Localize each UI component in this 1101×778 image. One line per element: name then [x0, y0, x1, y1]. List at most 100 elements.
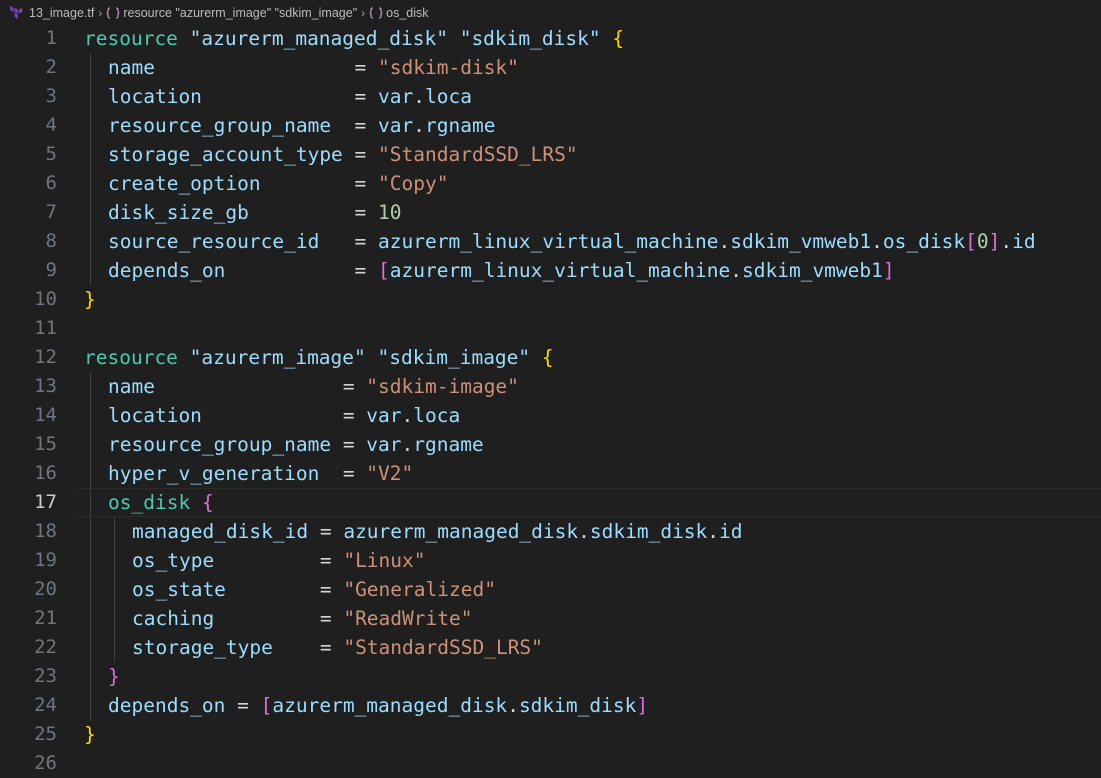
- code-token: =: [354, 259, 379, 282]
- code-token: }: [84, 723, 96, 746]
- code-token: =: [319, 549, 344, 572]
- symbol-braces-icon: [107, 6, 120, 19]
- code-token: disk_size_gb: [108, 201, 355, 224]
- code-editor[interactable]: 1 resource "azurerm_managed_disk" "sdkim_…: [0, 24, 1101, 776]
- code-token: "azurerm_managed_disk": [189, 27, 448, 50]
- code-line[interactable]: 9 depends_on = [azurerm_linux_virtual_mac…: [0, 256, 1101, 285]
- code-line[interactable]: 26: [0, 749, 1101, 778]
- code-line[interactable]: 5 storage_account_type = "StandardSSD_LRS…: [0, 140, 1101, 169]
- indent-guide: [90, 256, 91, 285]
- code-token: rgname: [413, 433, 484, 456]
- indent-guide: [114, 633, 115, 662]
- code-line[interactable]: 4 resource_group_name = var.rgname: [0, 111, 1101, 140]
- code-text: disk_size_gb = 10: [108, 198, 402, 227]
- code-line[interactable]: 8 source_resource_id = azurerm_linux_virt…: [0, 227, 1101, 256]
- indent-guide: [90, 198, 91, 227]
- code-line[interactable]: 15 resource_group_name = var.rgname: [0, 430, 1101, 459]
- code-token: [: [378, 259, 390, 282]
- code-token: ]: [988, 230, 1001, 253]
- line-number: 20: [34, 578, 57, 600]
- code-token: "sdkim_disk": [459, 27, 601, 50]
- code-token: id: [1012, 230, 1036, 253]
- code-token: "Generalized": [343, 578, 496, 601]
- code-token: name: [108, 375, 343, 398]
- code-line[interactable]: 7 disk_size_gb = 10: [0, 198, 1101, 227]
- code-line[interactable]: 24 depends_on = [azurerm_managed_disk.sdk…: [0, 691, 1101, 720]
- breadcrumb-block[interactable]: os_disk: [369, 5, 429, 20]
- code-token: }: [108, 665, 120, 688]
- code-token: =: [354, 201, 379, 224]
- code-token: sdkim_vmweb1: [730, 230, 872, 253]
- code-line[interactable]: 23}: [0, 662, 1101, 691]
- code-token: loca: [425, 85, 472, 108]
- code-line[interactable]: 25}: [0, 720, 1101, 749]
- code-token: ]: [636, 694, 649, 717]
- code-text: source_resource_id = azurerm_linux_virtu…: [108, 227, 1036, 256]
- code-token: os_disk: [108, 491, 191, 514]
- code-line[interactable]: 22 storage_type = "StandardSSD_LRS": [0, 633, 1101, 662]
- code-text: storage_type = "StandardSSD_LRS": [132, 633, 543, 662]
- code-token: =: [342, 404, 367, 427]
- line-number: 15: [34, 433, 57, 455]
- line-number: 5: [45, 143, 57, 165]
- code-line[interactable]: 3 location = var.loca: [0, 82, 1101, 111]
- code-token: .: [413, 85, 426, 108]
- code-line[interactable]: 19 os_type = "Linux": [0, 546, 1101, 575]
- line-number: 24: [34, 694, 57, 716]
- code-line[interactable]: 16 hyper_v_generation = "V2": [0, 459, 1101, 488]
- code-line[interactable]: 13 name = "sdkim-image": [0, 372, 1101, 401]
- code-token: storage_account_type: [108, 143, 355, 166]
- code-token: azurerm_linux_virtual_machine: [378, 230, 719, 253]
- code-line[interactable]: 6 create_option = "Copy": [0, 169, 1101, 198]
- line-number: 7: [45, 201, 57, 223]
- code-token: sdkim_vmweb1: [742, 259, 883, 282]
- indent-guide: [114, 546, 115, 575]
- code-token: =: [354, 85, 379, 108]
- code-line[interactable]: 2 name = "sdkim-disk": [0, 53, 1101, 82]
- indent-guide: [114, 575, 115, 604]
- code-text: location = var.loca: [108, 401, 460, 430]
- code-token: "azurerm_image": [189, 346, 366, 369]
- code-line[interactable]: 17 os_disk {: [0, 488, 1101, 517]
- code-line[interactable]: 12 resource "azurerm_image" "sdkim_image"…: [0, 343, 1101, 372]
- code-token: var: [378, 114, 414, 137]
- code-token: {: [201, 491, 214, 514]
- code-token: .: [707, 520, 720, 543]
- line-number: 10: [34, 288, 57, 310]
- code-line[interactable]: 21 caching = "ReadWrite": [0, 604, 1101, 633]
- code-line[interactable]: 14 location = var.loca: [0, 401, 1101, 430]
- code-text: }: [108, 662, 120, 691]
- code-token: source_resource_id: [108, 230, 355, 253]
- code-token: storage_type: [132, 636, 320, 659]
- code-line[interactable]: 1 resource "azurerm_managed_disk" "sdkim_…: [0, 24, 1101, 53]
- breadcrumb: 13_image.tf › resource "azurerm_image" "…: [0, 0, 1101, 25]
- code-line[interactable]: 18 managed_disk_id = azurerm_managed_disk…: [0, 517, 1101, 546]
- indent-guide: [90, 546, 91, 575]
- terraform-icon: [10, 5, 23, 19]
- code-token: depends_on: [108, 694, 238, 717]
- indent-guide: [90, 633, 91, 662]
- code-text: resource_group_name = var.rgname: [108, 111, 495, 140]
- breadcrumb-block-label: os_disk: [386, 5, 429, 20]
- breadcrumb-file-label: 13_image.tf: [29, 5, 95, 20]
- line-number: 3: [45, 85, 57, 107]
- indent-guide: [90, 169, 91, 198]
- indent-guide: [90, 604, 91, 633]
- line-number: 9: [45, 259, 57, 281]
- code-token: {: [612, 27, 625, 50]
- code-line[interactable]: 20 os_state = "Generalized": [0, 575, 1101, 604]
- breadcrumb-resource[interactable]: resource "azurerm_image" "sdkim_image": [106, 6, 357, 20]
- code-line[interactable]: 10}: [0, 285, 1101, 314]
- indent-guide: [90, 140, 91, 169]
- breadcrumb-file[interactable]: 13_image.tf: [10, 5, 95, 20]
- code-token: "sdkim_image": [377, 346, 531, 369]
- code-text: hyper_v_generation = "V2": [108, 459, 413, 488]
- indent-guide: [90, 575, 91, 604]
- code-text: caching = "ReadWrite": [132, 604, 472, 633]
- code-token: .: [871, 230, 883, 253]
- code-line[interactable]: 11: [0, 314, 1101, 343]
- code-token: =: [319, 636, 344, 659]
